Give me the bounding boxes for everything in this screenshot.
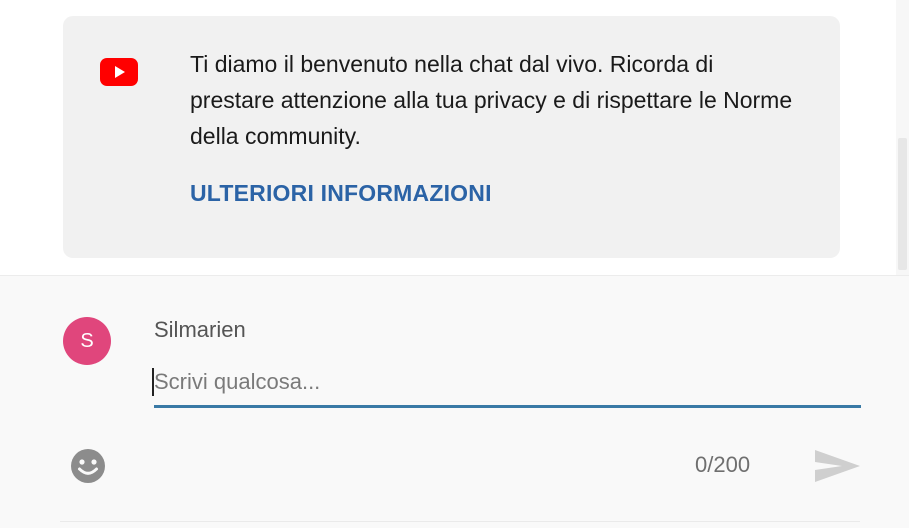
message-input[interactable] [152, 364, 859, 400]
character-counter: 0/200 [695, 452, 751, 477]
author-name: Silmarien [154, 317, 246, 342]
input-underline [154, 405, 861, 408]
avatar: S [63, 317, 111, 365]
chat-scrollbar-thumb[interactable] [898, 138, 907, 270]
bottom-divider [60, 521, 860, 522]
live-chat-panel: Ti diamo il benvenuto nella chat dal viv… [0, 0, 909, 528]
composer-divider [0, 275, 909, 276]
smiley-icon[interactable] [68, 446, 108, 486]
learn-more-link[interactable]: ULTERIORI INFORMAZIONI [190, 180, 492, 207]
message-composer [0, 275, 909, 528]
text-caret [152, 368, 154, 396]
youtube-logo-icon [100, 58, 138, 86]
send-arrow-icon[interactable] [812, 446, 864, 486]
welcome-message-text: Ti diamo il benvenuto nella chat dal viv… [190, 51, 793, 149]
